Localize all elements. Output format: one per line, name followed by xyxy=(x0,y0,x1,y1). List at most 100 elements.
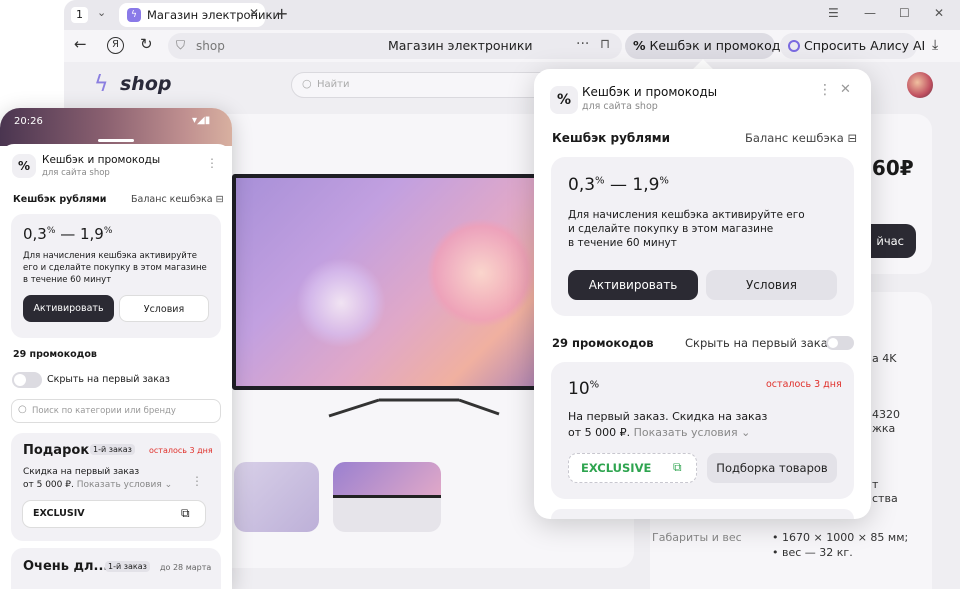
tab-active[interactable]: ϟ Магазин электроники ✕ xyxy=(119,3,280,27)
rate-high: 1,9 xyxy=(632,175,660,195)
cashback-promo-button[interactable]: % Кешбэк и промокоды xyxy=(625,33,790,59)
cashback-desc: Для начисления кешбэка активируйте xyxy=(23,251,198,261)
cashback-popup: % Кешбэк и промокоды для сайта shop ⋮ ✕ … xyxy=(534,69,871,519)
percent-sign: % xyxy=(659,175,669,187)
close-icon[interactable]: ✕ xyxy=(840,82,851,97)
cashback-desc: Для начисления кешбэка активируйте его xyxy=(568,209,805,221)
phone-bottom-sheet: % Кешбэк и промокоды для сайта shop ⋮ Ке… xyxy=(0,144,232,589)
product-thumbnail[interactable] xyxy=(234,462,319,532)
alice-icon xyxy=(788,40,800,52)
promo-discount-value: 10 xyxy=(568,379,590,399)
address-host: shop xyxy=(196,39,225,53)
ask-alice-button[interactable]: Спросить Алису AI xyxy=(780,33,925,59)
close-icon[interactable]: ✕ xyxy=(249,6,259,20)
percent-sign: % xyxy=(46,226,56,236)
promo-deadline: до 28 марта xyxy=(160,563,212,572)
tv-stand-image xyxy=(328,398,500,418)
address-page-title: Магазин электроники xyxy=(388,38,533,53)
balance-label: Баланс кешбэка xyxy=(745,131,844,145)
cashback-desc: в течение 60 минут xyxy=(568,237,677,249)
show-conditions-link[interactable]: Показать условия xyxy=(634,426,738,439)
cashback-button-label: Кешбэк и промокоды xyxy=(649,38,791,53)
avatar[interactable] xyxy=(907,72,933,98)
rate-low: 0,3 xyxy=(23,225,47,243)
address-bar[interactable]: ⛉ shop Магазин электроники ··· ⊓ xyxy=(168,33,622,59)
chevron-down-icon: ⌄ xyxy=(164,480,173,490)
yandex-logo-icon[interactable]: Я xyxy=(107,37,124,54)
chevron-down-icon[interactable]: ⌄ xyxy=(97,6,106,19)
spec-value-text: вес — 32 кг. xyxy=(782,546,853,559)
promo-code-box[interactable]: EXCLUSIV ⧉ xyxy=(22,500,206,528)
tv-glow-decoration xyxy=(426,218,536,328)
site-search-placeholder: Найти xyxy=(317,79,350,90)
search-icon: ○ xyxy=(302,77,312,90)
new-tab-plus-icon[interactable]: + xyxy=(275,4,288,23)
spec-label-dimensions: Габариты и вес xyxy=(652,531,742,544)
maximize-icon[interactable]: ☐ xyxy=(899,6,910,20)
hide-first-order-toggle[interactable] xyxy=(826,336,854,350)
more-vertical-icon[interactable]: ⋮ xyxy=(191,474,203,488)
copy-icon[interactable]: ⧉ xyxy=(673,460,682,475)
favicon-bolt-icon: ϟ xyxy=(127,8,141,22)
promo-deadline: осталось 3 дня xyxy=(766,379,842,390)
promo-code-box[interactable]: EXCLUSIVE ⧉ xyxy=(568,453,697,483)
spec-fragment: т xyxy=(872,478,879,491)
spec-fragment: ства xyxy=(872,492,898,505)
copy-icon[interactable]: ⧉ xyxy=(181,506,190,521)
product-selection-button[interactable]: Подборка товаров xyxy=(707,453,837,483)
cashback-card: 0,3% — 1,9% Для начисления кешбэка актив… xyxy=(551,157,854,316)
sheet-handle[interactable] xyxy=(98,139,134,142)
download-icon[interactable]: ⤓ xyxy=(932,37,938,53)
tv-glow-decoration xyxy=(296,258,386,348)
reload-icon[interactable]: ↻ xyxy=(140,35,153,53)
spec-value: • 1670 × 1000 × 85 мм; xyxy=(772,531,909,544)
hide-first-order-label: Скрыть на первый заказ xyxy=(47,374,170,385)
toggle-knob xyxy=(828,338,838,348)
more-vertical-icon[interactable]: ⋮ xyxy=(206,156,218,170)
spec-value-text: 1670 × 1000 × 85 мм; xyxy=(782,531,909,544)
browser-toolbar: ← Я ↻ ⛉ shop Магазин электроники ··· ⊓ %… xyxy=(64,30,960,62)
site-logo[interactable]: shop xyxy=(120,73,172,95)
wallet-icon: ⊟ xyxy=(847,131,858,145)
show-conditions-link[interactable]: Показать условия xyxy=(77,480,162,490)
promo-count: 29 промокодов xyxy=(552,336,654,350)
balance-link[interactable]: Баланс кешбэка ⊟ xyxy=(131,194,224,205)
cashback-header: Кешбэк рублями xyxy=(13,194,107,205)
cashback-header: Кешбэк рублями xyxy=(552,131,671,145)
conditions-button[interactable]: Условия xyxy=(119,295,209,322)
promo-card-next xyxy=(551,509,854,519)
promo-title: Подарок xyxy=(23,443,90,458)
promo-card: Подарок 1-й заказ осталось 3 дня Скидка … xyxy=(11,433,221,541)
minimize-icon[interactable]: — xyxy=(864,6,876,20)
popup-title: Кешбэк и промокоды xyxy=(582,85,718,99)
signal-battery-icon: ▾◢▮ xyxy=(192,115,211,126)
percent-sign: % xyxy=(595,175,605,187)
tab-title: Магазин электроники xyxy=(147,8,280,22)
rate-dash: — xyxy=(609,175,627,195)
spec-fragment: жка xyxy=(872,422,896,435)
category-search-placeholder: Поиск по категории или бренду xyxy=(32,406,176,416)
product-thumbnail[interactable] xyxy=(333,462,441,532)
window-close-icon[interactable]: ✕ xyxy=(934,6,944,20)
category-search-input[interactable]: ○ Поиск по категории или бренду xyxy=(11,399,221,423)
rate-high: 1,9 xyxy=(79,225,104,243)
promo-deadline: осталось 3 дня xyxy=(149,446,213,455)
tab-count-badge[interactable]: 1 xyxy=(71,7,88,23)
hide-first-order-toggle[interactable] xyxy=(12,372,42,388)
percent-icon: % xyxy=(633,38,646,53)
cashback-desc: его и сделайте покупку в этом магазине xyxy=(23,263,207,273)
balance-link[interactable]: Баланс кешбэка ⊟ xyxy=(745,131,857,145)
activate-button[interactable]: Активировать xyxy=(568,270,698,300)
conditions-button[interactable]: Условия xyxy=(706,270,837,300)
menu-icon[interactable]: ☰ xyxy=(828,6,839,20)
bookmark-icon[interactable]: ⊓ xyxy=(600,37,610,52)
back-arrow-icon[interactable]: ← xyxy=(74,35,87,53)
promo-card: Очень дл... 1-й заказ до 28 марта xyxy=(11,548,221,589)
phone-time: 20:26 xyxy=(14,116,43,127)
activate-button[interactable]: Активировать xyxy=(23,295,114,322)
more-vertical-icon[interactable]: ⋮ xyxy=(818,82,832,98)
phone-status-bar: 20:26 ▾◢▮ xyxy=(0,108,232,146)
percent-icon: % xyxy=(12,154,36,178)
more-dots-icon[interactable]: ··· xyxy=(576,36,589,52)
cashback-desc: в течение 60 минут xyxy=(23,275,112,285)
